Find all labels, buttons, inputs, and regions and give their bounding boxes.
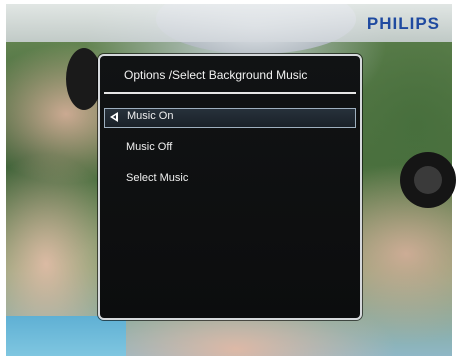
brand-logo: PHILIPS: [366, 14, 440, 33]
left-arrow-icon-inner: [113, 115, 116, 119]
music-options-menu: Music On Music Off Select Music: [100, 108, 360, 201]
headphone-right-inner: [414, 166, 442, 194]
headphone-left: [66, 48, 102, 110]
menu-item-label: Music Off: [126, 141, 173, 153]
top-bar: PHILIPS: [6, 4, 452, 42]
options-dialog: Options /Select Background Music Music O…: [98, 54, 362, 320]
menu-item-label: Music On: [127, 110, 174, 122]
title-divider: [104, 92, 356, 94]
pool-water: [6, 316, 126, 356]
menu-item-select-music[interactable]: Select Music: [104, 170, 356, 190]
menu-item-music-off[interactable]: Music Off: [104, 139, 356, 159]
dialog-title: Options /Select Background Music: [124, 68, 308, 82]
menu-item-music-on[interactable]: Music On: [104, 108, 356, 128]
menu-item-label: Select Music: [126, 172, 189, 184]
photo-frame-screen: PHILIPS Options /Select Background Music…: [0, 0, 456, 360]
